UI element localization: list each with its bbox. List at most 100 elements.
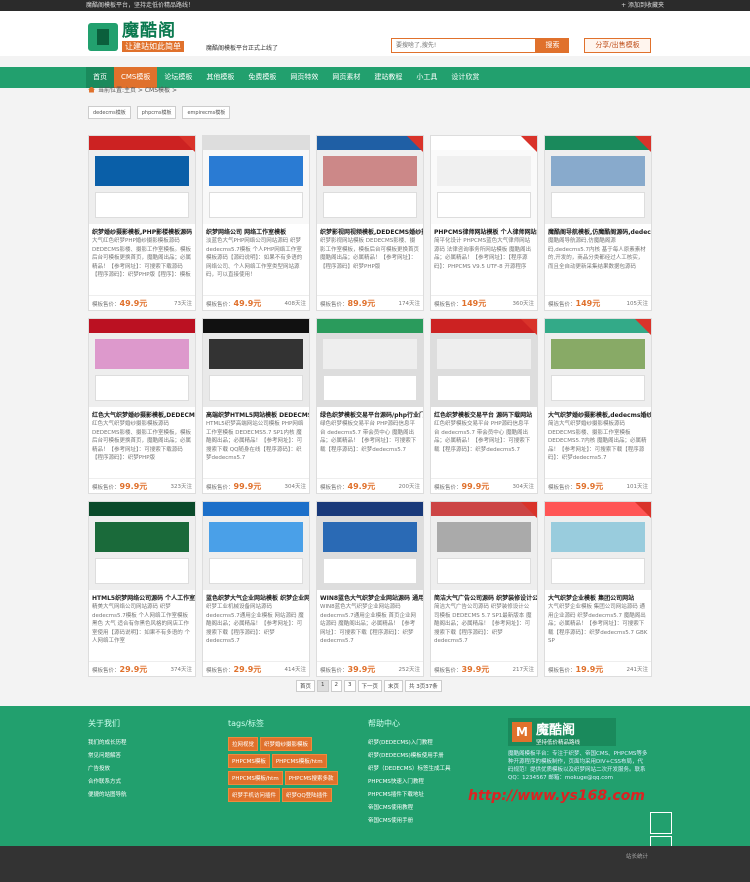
tag-dedecms[interactable]: dedecms模板 <box>88 106 131 119</box>
site-stat-link[interactable]: 站长统计 <box>626 852 648 860</box>
card-price: 39.9元 <box>347 664 376 674</box>
card-title[interactable]: 简洁大气广告公司源码 织梦装修设计公司 <box>431 590 537 603</box>
tag-phpcms[interactable]: phpcms模板 <box>136 106 177 119</box>
template-thumbnail[interactable] <box>317 502 423 590</box>
footer-link[interactable]: PHPCMS插件下载地址 <box>368 789 451 802</box>
template-card[interactable]: PHPCMS律师网站模板 个人律师网站 简平化设计 PHPCMS蓝色大气律师网站… <box>430 135 538 311</box>
card-title[interactable]: PHPCMS律师网站模板 个人律师网站 <box>431 224 537 237</box>
template-card[interactable]: 织梦婚纱摄影模板,PHP影楼模板源码 大气红色织梦PHP婚纱摄影模板源码DEDE… <box>88 135 196 311</box>
footer-tag[interactable]: 拉网视觉 <box>228 737 259 751</box>
template-card[interactable]: WIN8蓝色大气织梦企业网站源码 通用企业 WIN8蓝色大气织梦企业网站源码 d… <box>316 501 424 677</box>
nav-free[interactable]: 免费模板 <box>241 67 283 88</box>
template-card[interactable]: 魔酷阁导航模板,仿魔酷阁源码,dedecms 魔酷阁导航源码,仿魔酷阁源码,de… <box>544 135 652 311</box>
message-icon[interactable] <box>650 812 672 834</box>
nav-design[interactable]: 设计欣赏 <box>444 67 486 88</box>
template-thumbnail[interactable] <box>431 319 537 407</box>
nav-tutorials[interactable]: 建站教程 <box>367 67 409 88</box>
footer-link[interactable]: PHPCMS快速入门教程 <box>368 776 451 789</box>
footer-tag[interactable]: PHPCMS模板/htm <box>271 754 327 768</box>
template-thumbnail[interactable] <box>203 136 309 224</box>
template-thumbnail[interactable] <box>89 136 195 224</box>
footer-tag[interactable]: 织梦婚纱摄影模板 <box>260 737 313 751</box>
card-title[interactable]: 绿色织梦模板交易平台源码/php行业门户 <box>317 407 423 420</box>
template-card[interactable]: 大气织梦婚纱摄影模板,dedecms婚纱摄影 简洁大气织梦婚纱摄影模板源码 DE… <box>544 318 652 494</box>
nav-other[interactable]: 其他模板 <box>199 67 241 88</box>
template-card[interactable]: 织梦网络公司 网络工作室模板 淡蓝色大气PHP网络公司网站源码 织梦dedecm… <box>202 135 310 311</box>
card-title[interactable]: 织梦婚纱摄影模板,PHP影楼模板源码 <box>89 224 195 237</box>
footer-link[interactable]: 帝国CMS使用教程 <box>368 802 451 815</box>
site-logo[interactable]: 魔酷阁 让建站如此简单 <box>88 22 184 52</box>
template-thumbnail[interactable] <box>545 319 651 407</box>
card-title[interactable]: 魔酷阁导航模板,仿魔酷阁源码,dedecms <box>545 224 651 237</box>
page-2[interactable]: 2 <box>330 680 343 692</box>
footer-tag[interactable]: PHPCMS搜索多款 <box>284 771 338 785</box>
price-label: 模板售价： <box>434 301 462 308</box>
nav-assets[interactable]: 网页素材 <box>325 67 367 88</box>
nav-tools[interactable]: 小工具 <box>409 67 444 88</box>
card-desc: 织梦工业机械设备网站源码 dedecms5.7通用企业模板 网站源码 魔酷阁出品… <box>206 604 304 644</box>
footer-link[interactable]: 常见问题解答 <box>88 750 127 763</box>
template-thumbnail[interactable] <box>203 502 309 590</box>
card-title[interactable]: 大气织梦企业模板 集团公司网站 <box>545 590 651 603</box>
card-title[interactable]: HTML5织梦网络公司源码 个人工作室模板 <box>89 590 195 603</box>
footer-tag[interactable]: 织梦QQ登陆插件 <box>282 788 332 802</box>
search-input[interactable] <box>391 38 536 53</box>
template-card[interactable]: 绿色织梦模板交易平台源码/php行业门户 绿色织梦模板交易平台 PHP源码信息平… <box>316 318 424 494</box>
card-title[interactable]: 蓝色织梦大气企业网站模板 织梦企业网站 <box>203 590 309 603</box>
template-card[interactable]: 红色织梦模板交易平台 源码下载网站 红色织梦模板交易平台 PHP源码信息平台 d… <box>430 318 538 494</box>
card-title[interactable]: 织梦影视网视频模板,DEDECMS婚纱摄影 <box>317 224 423 237</box>
template-thumbnail[interactable] <box>431 502 537 590</box>
footer-link[interactable]: 我们的成长历程 <box>88 737 127 750</box>
footer-tag[interactable]: 织梦手机访问插件 <box>228 788 281 802</box>
card-desc: 简洁大气广告公司源码 织梦装修设计公司模板 DEDECMS 5.7 SP1最新版… <box>434 604 532 644</box>
page-1[interactable]: 1 <box>317 680 329 692</box>
template-thumbnail[interactable] <box>545 136 651 224</box>
template-thumbnail[interactable] <box>89 502 195 590</box>
card-title[interactable]: 红色大气织梦婚纱摄影模板,DEDECMS影楼 <box>89 407 195 420</box>
footer-tag[interactable]: PHPCMS模板 <box>228 754 270 768</box>
card-title[interactable]: 红色织梦模板交易平台 源码下载网站 <box>431 407 537 420</box>
card-footer: 模板售价：29.9元 414天注 <box>203 661 309 676</box>
template-thumbnail[interactable] <box>203 319 309 407</box>
template-card[interactable]: 织梦影视网视频模板,DEDECMS婚纱摄影 织梦影视网站模板 DEDECMS影楼… <box>316 135 424 311</box>
card-title[interactable]: 大气织梦婚纱摄影模板,dedecms婚纱摄影 <box>545 407 651 420</box>
page-3[interactable]: 3 <box>344 680 356 692</box>
card-footer: 模板售价：89.9元 174天注 <box>317 295 423 310</box>
page-first[interactable]: 首页 <box>296 680 316 692</box>
footer-link[interactable]: 织梦(DEDECMS)模板使用手册 <box>368 750 451 763</box>
footer-link[interactable]: 织梦（DEDECMS）标签生成工具 <box>368 763 451 776</box>
template-card[interactable]: HTML5织梦网络公司源码 个人工作室模板 精美大气网络公司网站源码 织梦ded… <box>88 501 196 677</box>
template-thumbnail[interactable] <box>89 319 195 407</box>
card-title[interactable]: 织梦网络公司 网络工作室模板 <box>203 224 309 237</box>
template-card[interactable]: 大气织梦企业模板 集团公司网站 大气织梦企业模板 集团公司网站源码 通用企业源码… <box>544 501 652 677</box>
template-card[interactable]: 简洁大气广告公司源码 织梦装修设计公司 简洁大气广告公司源码 织梦装修设计公司模… <box>430 501 538 677</box>
template-thumbnail[interactable] <box>317 136 423 224</box>
footer-link[interactable]: 织梦(DEDECMS)入门教程 <box>368 737 451 750</box>
template-card[interactable]: 高端织梦HTML5网站模板 DEDECMS模板 HTML5织梦高端网站公司模板 … <box>202 318 310 494</box>
card-desc: 织梦影视网站模板 DEDECMS影楼、摄影工作室模板，模板后台可模板更换首页 魔… <box>320 238 420 270</box>
footer-tag[interactable]: PHPCMS模板/htm <box>228 771 283 785</box>
breadcrumb-text[interactable]: 当前位置:主页 > CMS模板 > <box>98 85 177 94</box>
template-thumbnail[interactable] <box>545 502 651 590</box>
template-card[interactable]: 红色大气织梦婚纱摄影模板,DEDECMS影楼 红色大气织梦婚纱摄影模板源码DED… <box>88 318 196 494</box>
footer-link[interactable]: 帝国CMS使用手册 <box>368 815 451 828</box>
page-last[interactable]: 末页 <box>384 680 404 692</box>
footer-link[interactable]: 便捷的站图导航 <box>88 789 127 802</box>
template-thumbnail[interactable] <box>317 319 423 407</box>
footer-help-heading: 帮助中心 <box>368 719 400 728</box>
card-price: 99.9元 <box>233 481 262 491</box>
card-desc: 大气织梦企业模板 集团公司网站源码 通用企业源码 织梦dedecms5.7 魔酷… <box>548 604 648 644</box>
card-title[interactable]: WIN8蓝色大气织梦企业网站源码 通用企业 <box>317 590 423 603</box>
footer-link[interactable]: 广告投放 <box>88 763 127 776</box>
page-next[interactable]: 下一页 <box>357 680 383 692</box>
search-button[interactable]: 搜索 <box>536 38 569 53</box>
template-card[interactable]: 蓝色织梦大气企业网站模板 织梦企业网站 织梦工业机械设备网站源码 dedecms… <box>202 501 310 677</box>
card-price: 149元 <box>461 298 487 308</box>
nav-effects[interactable]: 网页特效 <box>283 67 325 88</box>
tag-empirecms[interactable]: empirecms模板 <box>182 106 231 119</box>
template-thumbnail[interactable] <box>431 136 537 224</box>
add-favorite-link[interactable]: + 添加到收藏夹 <box>621 0 664 11</box>
card-title[interactable]: 高端织梦HTML5网站模板 DEDECMS模板 <box>203 407 309 420</box>
share-sell-button[interactable]: 分享/出售模板 <box>584 38 651 53</box>
footer-link[interactable]: 合作联系方式 <box>88 776 127 789</box>
